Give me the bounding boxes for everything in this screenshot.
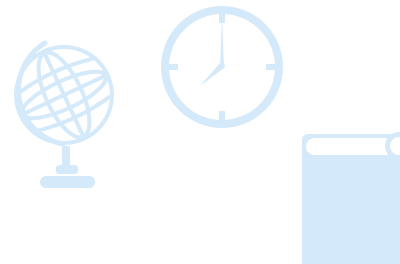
clock-tick-9 xyxy=(169,64,178,70)
globe-stand-collar xyxy=(56,165,78,174)
globe-stand-neck xyxy=(62,146,70,168)
decorative-illustration xyxy=(0,0,400,264)
clock-center xyxy=(219,63,225,69)
clock-tick-6 xyxy=(219,111,225,120)
book-icon xyxy=(302,132,400,264)
clock-tick-3 xyxy=(266,64,275,70)
clock-minute-hand xyxy=(220,17,224,67)
clock-icon xyxy=(161,6,283,128)
globe-stand-base xyxy=(40,176,95,188)
globe-icon xyxy=(14,40,114,188)
illustration-canvas xyxy=(14,6,400,264)
